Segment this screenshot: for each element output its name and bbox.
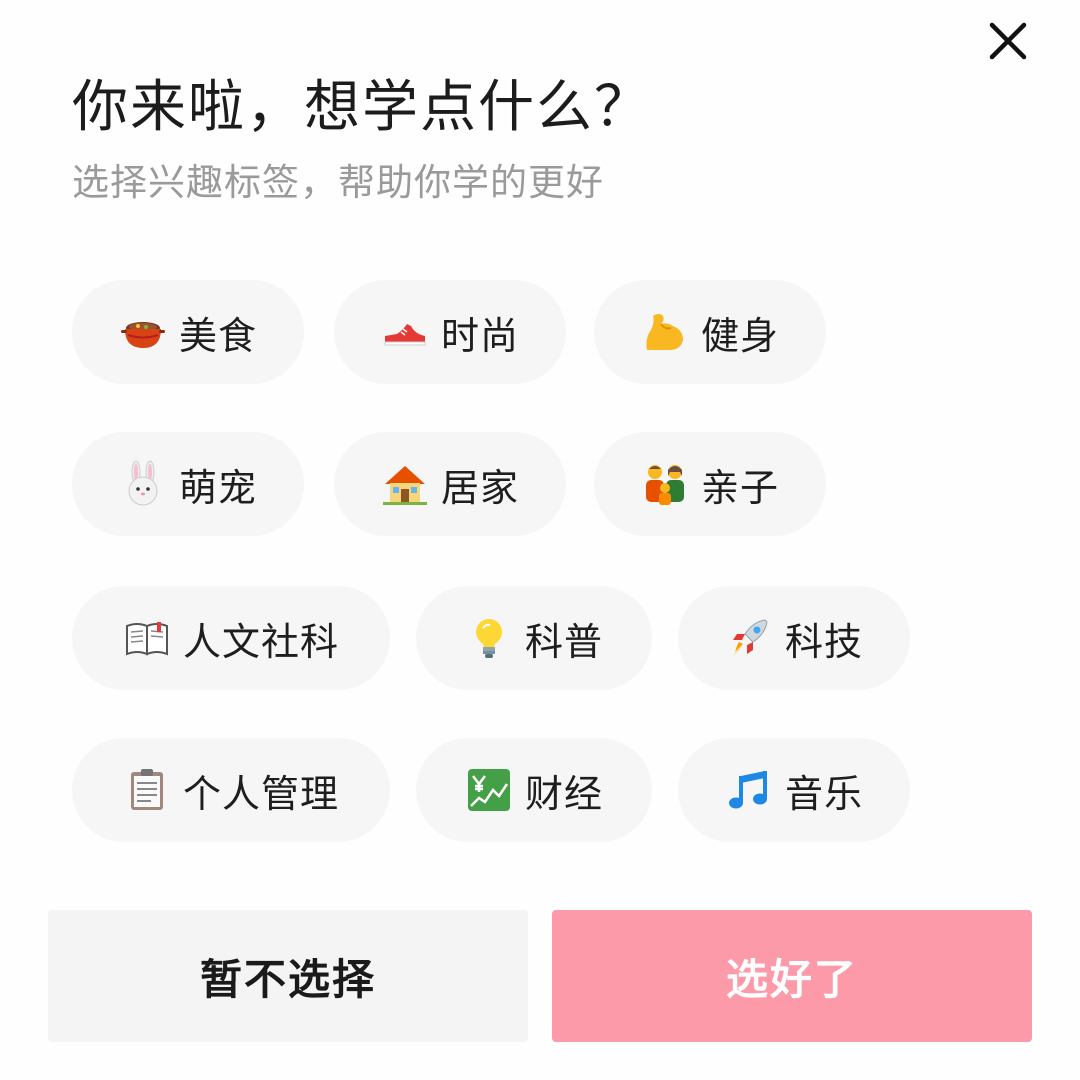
tag-self-management[interactable]: 个人管理 (72, 738, 390, 842)
music-notes-icon (725, 766, 773, 814)
tag-label: 时尚 (440, 313, 519, 358)
clipboard-icon (123, 766, 171, 814)
tag-label: 科技 (784, 619, 863, 664)
rocket-icon (725, 614, 773, 662)
flexed-biceps-icon (641, 308, 689, 356)
tag-fashion[interactable]: 时尚 (334, 280, 566, 384)
tag-pets[interactable]: 萌宠 (72, 432, 304, 536)
sneaker-icon (381, 308, 429, 356)
tag-label: 科普 (524, 619, 603, 664)
tag-label: 美食 (178, 313, 257, 358)
tag-music[interactable]: 音乐 (678, 738, 910, 842)
tag-label: 萌宠 (178, 465, 257, 510)
rabbit-face-icon (119, 460, 167, 508)
tag-label: 音乐 (784, 771, 863, 816)
skip-button[interactable]: 暂不选择 (48, 910, 528, 1042)
tag-label: 健身 (700, 313, 779, 358)
confirm-button[interactable]: 选好了 (552, 910, 1032, 1042)
close-button[interactable] (985, 18, 1031, 64)
family-icon (641, 460, 689, 508)
house-icon (381, 460, 429, 508)
yen-chart-icon (465, 766, 513, 814)
tag-label: 财经 (524, 771, 603, 816)
close-icon (989, 22, 1027, 60)
tag-food[interactable]: 美食 (72, 280, 304, 384)
light-bulb-icon (465, 614, 513, 662)
open-book-icon (123, 614, 171, 662)
tag-parenting[interactable]: 亲子 (594, 432, 826, 536)
food-pot-icon (119, 308, 167, 356)
dialog-title: 你来啦，想学点什么？ (72, 75, 652, 140)
tag-label: 人文社科 (182, 619, 339, 664)
tag-label: 个人管理 (182, 771, 339, 816)
tag-popular-science[interactable]: 科普 (416, 586, 652, 690)
tag-label: 亲子 (700, 465, 779, 510)
tag-label: 居家 (440, 465, 519, 510)
tag-home[interactable]: 居家 (334, 432, 566, 536)
tag-technology[interactable]: 科技 (678, 586, 910, 690)
dialog-subtitle: 选择兴趣标签，帮助你学的更好 (72, 161, 604, 204)
interest-tag-dialog: 你来啦，想学点什么？ 选择兴趣标签，帮助你学的更好 美食 时尚 健身 萌宠 居家… (0, 0, 1080, 1080)
tag-fitness[interactable]: 健身 (594, 280, 826, 384)
tag-finance[interactable]: 财经 (416, 738, 652, 842)
tag-humanities[interactable]: 人文社科 (72, 586, 390, 690)
